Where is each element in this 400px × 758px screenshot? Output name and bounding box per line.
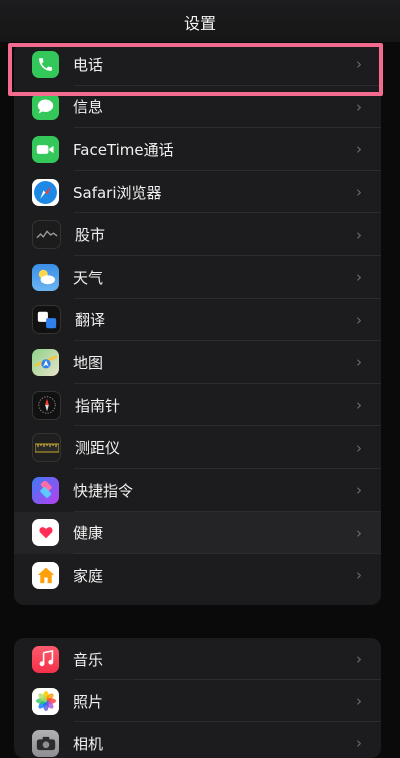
settings-row-messages[interactable]: 信息 ›	[14, 86, 381, 129]
settings-row-safari[interactable]: Safari浏览器 ›	[14, 171, 381, 214]
chevron-right-icon: ›	[356, 438, 362, 457]
chevron-right-icon: ›	[356, 183, 362, 202]
settings-row-stocks[interactable]: 股市 ›	[14, 213, 381, 256]
page-title: 设置	[183, 14, 216, 33]
photos-icon	[32, 687, 59, 715]
chevron-right-icon: ›	[356, 353, 362, 372]
chevron-right-icon: ›	[356, 481, 362, 500]
settings-row-label: 音乐	[73, 650, 104, 669]
settings-row-label: 翻译	[75, 311, 106, 330]
settings-row-camera[interactable]: 相机 ›	[14, 722, 381, 758]
settings-row-photos[interactable]: 照片 ›	[14, 680, 381, 722]
settings-row-label: 指南针	[75, 396, 121, 415]
settings-group-apps: 电话 › 信息 › FaceTime通话 › Safari浏览器 › 股市 ›	[14, 43, 381, 605]
chevron-right-icon: ›	[356, 268, 362, 287]
settings-row-label: 照片	[73, 692, 104, 711]
settings-row-label: 天气	[73, 268, 104, 287]
settings-row-label: 相机	[73, 734, 104, 753]
shortcuts-icon	[32, 476, 59, 504]
settings-row-label: 电话	[73, 55, 104, 74]
weather-icon	[32, 263, 59, 291]
chevron-right-icon: ›	[356, 97, 362, 116]
settings-row-label: FaceTime通话	[73, 140, 174, 159]
chevron-right-icon: ›	[356, 650, 362, 668]
maps-icon	[32, 348, 59, 376]
settings-row-label: 股市	[75, 226, 106, 245]
chevron-right-icon: ›	[356, 523, 362, 542]
stocks-icon	[32, 220, 61, 250]
compass-icon	[32, 390, 61, 420]
phone-icon	[32, 50, 59, 78]
settings-row-label: 快捷指令	[73, 481, 134, 500]
settings-group-media: 音乐 › 照片 › 相机 ›	[14, 638, 381, 758]
measure-icon	[32, 433, 61, 463]
settings-row-health[interactable]: 健康 ›	[14, 511, 381, 555]
chevron-right-icon: ›	[356, 566, 362, 585]
settings-row-label: 地图	[73, 353, 104, 372]
chevron-right-icon: ›	[356, 310, 362, 329]
health-icon	[32, 519, 59, 547]
settings-row-home[interactable]: 家庭 ›	[14, 554, 381, 597]
messages-icon	[32, 93, 59, 121]
chevron-right-icon: ›	[356, 734, 362, 752]
settings-row-translate[interactable]: 翻译 ›	[14, 299, 381, 342]
settings-row-facetime[interactable]: FaceTime通话 ›	[14, 128, 381, 171]
translate-icon	[32, 305, 61, 335]
chevron-right-icon: ›	[356, 55, 362, 74]
settings-row-maps[interactable]: 地图 ›	[14, 341, 381, 384]
chevron-right-icon: ›	[356, 396, 362, 415]
settings-row-music[interactable]: 音乐 ›	[14, 638, 381, 680]
settings-row-weather[interactable]: 天气 ›	[14, 256, 381, 299]
navigation-bar: 设置	[0, 0, 400, 42]
safari-icon	[32, 178, 59, 206]
settings-row-measure[interactable]: 测距仪 ›	[14, 426, 381, 469]
music-icon	[32, 645, 59, 673]
chevron-right-icon: ›	[356, 140, 362, 159]
settings-row-label: 测距仪	[75, 439, 121, 458]
settings-row-label: Safari浏览器	[73, 183, 162, 202]
chevron-right-icon: ›	[356, 225, 362, 244]
settings-row-label: 健康	[73, 524, 104, 543]
settings-row-label: 信息	[73, 98, 104, 117]
settings-row-label: 家庭	[73, 566, 104, 585]
camera-icon	[32, 729, 59, 757]
chevron-right-icon: ›	[356, 692, 362, 710]
facetime-icon	[32, 135, 59, 163]
settings-row-shortcuts[interactable]: 快捷指令 ›	[14, 469, 381, 512]
settings-row-compass[interactable]: 指南针 ›	[14, 384, 381, 427]
settings-row-phone[interactable]: 电话 ›	[14, 43, 381, 86]
home-icon	[32, 561, 59, 589]
